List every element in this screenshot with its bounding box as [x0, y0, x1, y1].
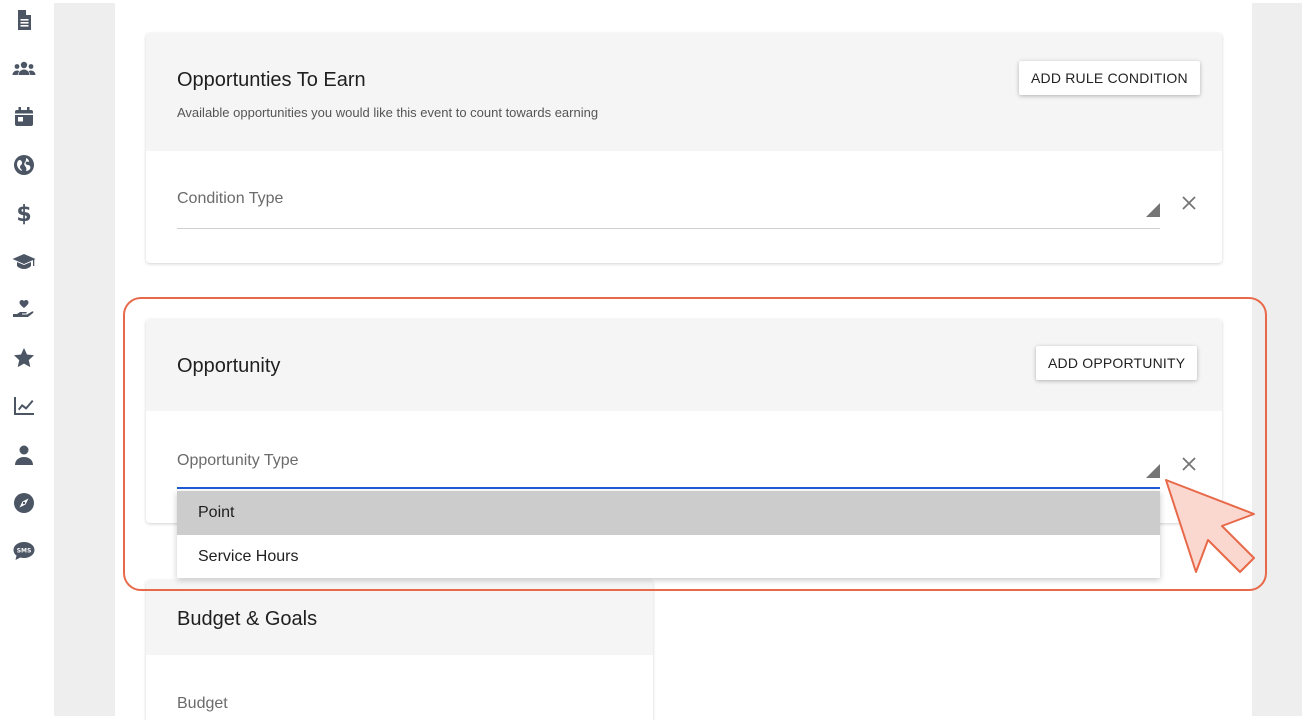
document-icon[interactable]	[10, 6, 38, 34]
card-subtitle: Available opportunities you would like t…	[177, 105, 599, 120]
dropdown-triangle-icon[interactable]	[1144, 201, 1160, 217]
card-header: Opportunties To Earn Available opportuni…	[146, 33, 1222, 151]
compass-icon[interactable]	[10, 489, 38, 517]
user-icon[interactable]	[10, 441, 38, 469]
svg-text:$: $	[16, 202, 31, 225]
sms-icon[interactable]: SMS	[10, 537, 38, 565]
condition-type-underline	[177, 228, 1160, 229]
card-title: Opportunity	[177, 355, 281, 377]
add-rule-condition-button[interactable]: ADD RULE CONDITION	[1019, 61, 1200, 95]
star-icon[interactable]	[10, 344, 38, 372]
dropdown-triangle-icon[interactable]	[1144, 462, 1160, 478]
svg-text:SMS: SMS	[17, 548, 32, 555]
dropdown-option-point[interactable]: Point	[177, 491, 1160, 535]
budget-field[interactable]: Budget	[177, 695, 228, 713]
add-opportunity-button[interactable]: ADD OPPORTUNITY	[1036, 346, 1198, 380]
left-gutter	[54, 3, 115, 716]
opportunity-type-underline	[177, 487, 1160, 489]
condition-type-field[interactable]: Condition Type	[177, 190, 283, 208]
close-icon[interactable]	[1180, 194, 1198, 212]
card-title: Opportunties To Earn	[177, 69, 366, 91]
right-gutter	[1252, 3, 1302, 716]
dropdown-option-service-hours[interactable]: Service Hours	[177, 535, 1160, 579]
close-icon[interactable]	[1180, 455, 1198, 473]
opportunity-type-dropdown-menu: Point Service Hours	[177, 491, 1160, 578]
card-header: Opportunity ADD OPPORTUNITY	[146, 319, 1222, 411]
hand-heart-icon[interactable]	[10, 296, 38, 324]
users-icon[interactable]	[10, 55, 38, 83]
globe-icon[interactable]	[10, 151, 38, 179]
graduation-cap-icon[interactable]	[10, 248, 38, 276]
card-title: Budget & Goals	[177, 608, 318, 630]
card-header: Budget & Goals	[146, 580, 653, 655]
sidebar: $ SMS	[0, 0, 54, 720]
dollar-icon[interactable]: $	[10, 199, 38, 227]
opportunities-to-earn-card: Opportunties To Earn Available opportuni…	[146, 33, 1222, 263]
opportunity-type-field[interactable]: Opportunity Type	[177, 452, 299, 470]
budget-goals-card: Budget & Goals Budget	[146, 580, 653, 720]
chart-line-icon[interactable]	[10, 392, 38, 420]
calendar-icon[interactable]	[10, 103, 38, 131]
